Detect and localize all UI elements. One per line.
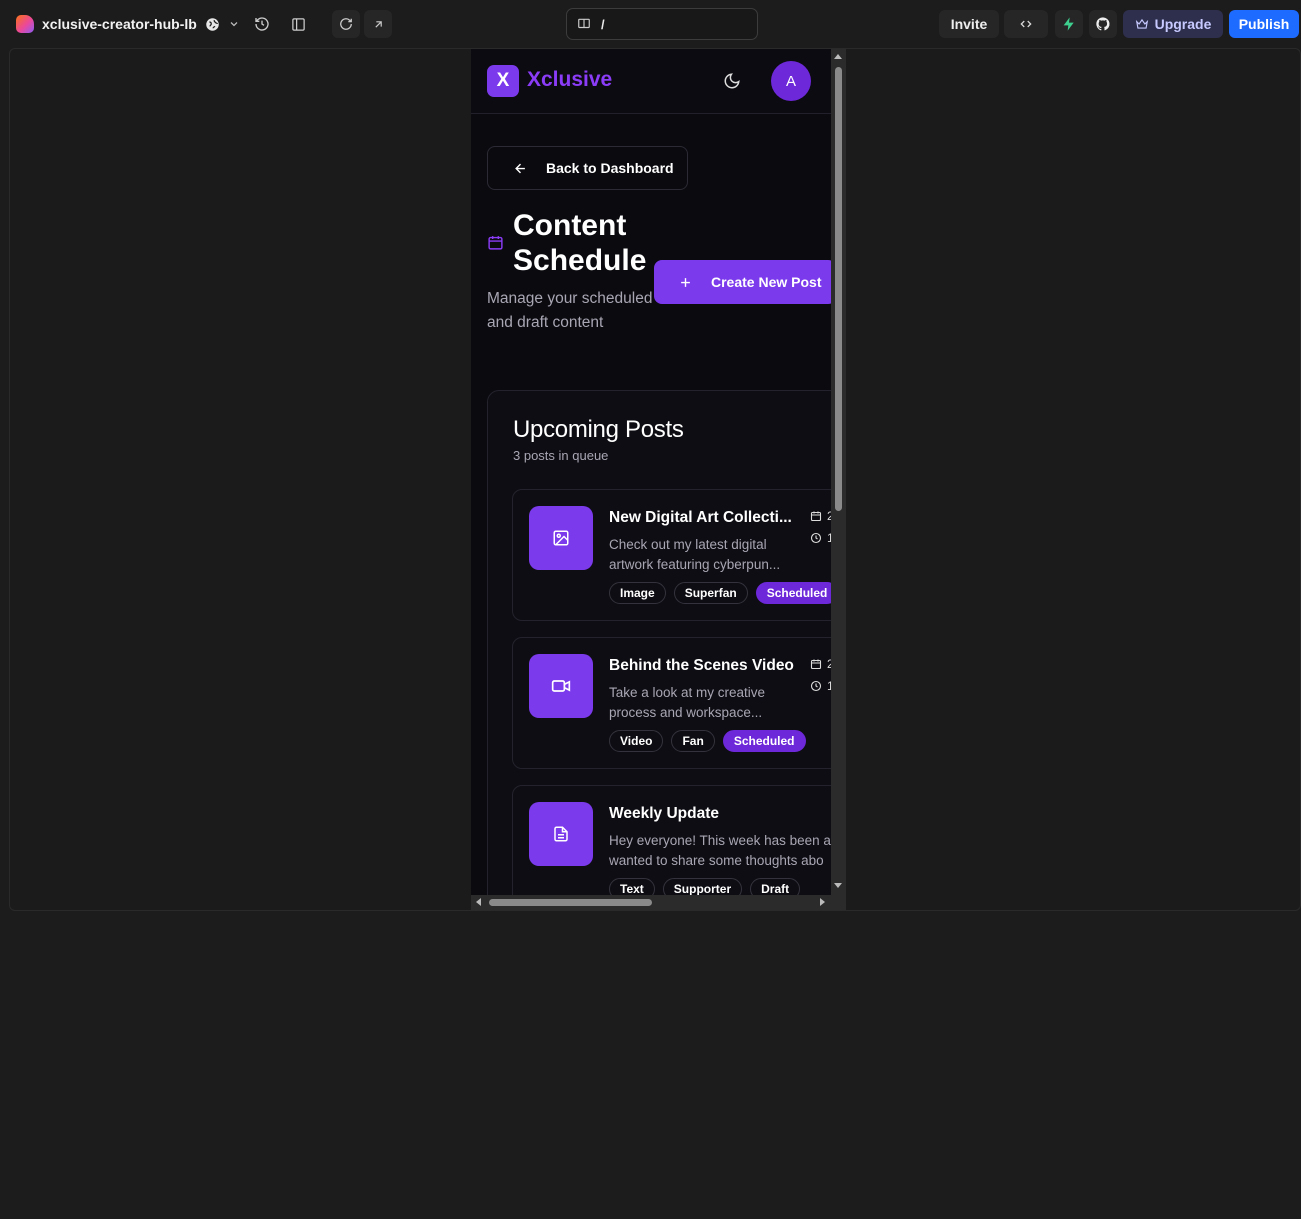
post-tags: Image Superfan Scheduled [609, 582, 831, 604]
create-label: Create New Post [711, 274, 822, 290]
github-button[interactable] [1089, 10, 1117, 38]
video-icon [551, 680, 571, 692]
post-thumbnail [529, 506, 593, 570]
type-tag: Image [609, 582, 666, 604]
supabase-button[interactable] [1055, 10, 1083, 38]
page-subtitle: Manage your scheduled and draft content [487, 290, 653, 331]
back-to-dashboard-button[interactable]: Back to Dashboard [487, 146, 688, 190]
post-item[interactable]: Weekly Update Hey everyone! This week ha… [512, 785, 831, 895]
post-title: New Digital Art Collecti... [609, 509, 792, 526]
type-tag: Video [609, 730, 664, 752]
url-bar[interactable]: / [566, 8, 758, 40]
crown-icon [1135, 18, 1148, 29]
post-thumbnail [529, 654, 593, 718]
horizontal-scroll-thumb[interactable] [489, 899, 652, 906]
horizontal-scrollbar[interactable] [471, 895, 831, 910]
posts-count: 3 posts in queue [513, 448, 609, 463]
lovable-logo [16, 15, 34, 33]
tier-tag: Supporter [662, 878, 743, 895]
editor-toolbar: xclusive-creator-hub-lb / Invite Upgrade… [0, 0, 1301, 48]
scroll-down-arrow[interactable] [834, 883, 842, 888]
type-tag: Text [609, 878, 655, 895]
code-button[interactable] [1004, 10, 1048, 38]
post-tags: Video Fan Scheduled [609, 730, 806, 752]
post-thumbnail [529, 802, 593, 866]
post-item[interactable]: New Digital Art Collecti... Check out my… [512, 489, 831, 621]
url-path: / [601, 16, 605, 32]
device-icon [578, 18, 590, 29]
sidebar-toggle-icon[interactable] [289, 15, 307, 33]
post-description: Hey everyone! This week has been a wante… [609, 831, 831, 871]
image-icon [553, 530, 569, 546]
project-selector[interactable]: xclusive-creator-hub-lb [16, 13, 240, 35]
github-icon [1096, 17, 1110, 31]
tier-tag: Superfan [673, 582, 748, 604]
document-icon [554, 826, 568, 842]
publish-button[interactable]: Publish [1229, 10, 1299, 38]
post-date: 2 [810, 657, 831, 671]
app-header: X Xclusive A [471, 49, 831, 114]
history-icon[interactable] [253, 15, 271, 33]
mobile-preview: X Xclusive A Back to Dashboard Content S… [471, 49, 846, 910]
post-item[interactable]: Behind the Scenes Video Take a look at m… [512, 637, 831, 769]
page-title: Content Schedule [513, 209, 647, 277]
refresh-button[interactable] [332, 10, 360, 38]
calendar-icon [810, 659, 822, 670]
vertical-scroll-thumb[interactable] [835, 67, 842, 511]
calendar-icon [488, 236, 503, 250]
scroll-right-arrow[interactable] [820, 898, 825, 906]
back-label: Back to Dashboard [546, 160, 674, 176]
avatar[interactable]: A [771, 61, 811, 101]
status-badge: Draft [750, 878, 801, 895]
globe-icon [206, 17, 219, 31]
open-external-button[interactable] [364, 10, 392, 38]
post-tags: Text Supporter Draft [609, 878, 801, 895]
card-title: Upcoming Posts [513, 416, 684, 443]
tier-tag: Fan [671, 730, 715, 752]
post-description-line: wanted to share some thoughts abo [609, 853, 824, 868]
app-viewport: X Xclusive A Back to Dashboard Content S… [471, 49, 831, 895]
post-description-line: Hey everyone! This week has been a [609, 833, 831, 848]
plus-icon [681, 277, 690, 287]
post-title: Weekly Update [609, 805, 719, 822]
status-badge: Scheduled [722, 730, 806, 752]
clock-icon [810, 532, 822, 544]
scrollbar-corner [831, 895, 846, 910]
upgrade-button[interactable]: Upgrade [1123, 10, 1223, 38]
brand-logo[interactable]: X [487, 65, 519, 97]
scroll-left-arrow[interactable] [476, 898, 481, 906]
bolt-icon [1063, 17, 1074, 31]
invite-button[interactable]: Invite [939, 10, 999, 38]
clock-icon [810, 680, 822, 692]
code-icon [1020, 20, 1032, 28]
arrow-up-right-icon [374, 20, 382, 28]
calendar-icon [810, 511, 822, 522]
brand-name[interactable]: Xclusive [527, 68, 612, 92]
refresh-icon [340, 18, 352, 30]
post-time: 1 [810, 531, 831, 545]
upgrade-label: Upgrade [1154, 16, 1212, 32]
post-date: 2 [810, 509, 831, 523]
post-time: 1 [810, 679, 831, 693]
vertical-scrollbar[interactable] [831, 49, 846, 895]
arrow-left-icon [515, 163, 525, 173]
chevron-down-icon[interactable] [228, 18, 240, 30]
project-name: xclusive-creator-hub-lb [42, 16, 197, 32]
status-badge: Scheduled [755, 582, 831, 604]
scroll-up-arrow[interactable] [834, 54, 842, 59]
post-description: Check out my latest digital artwork feat… [609, 537, 781, 572]
post-description: Take a look at my creative process and w… [609, 685, 766, 720]
moon-icon[interactable] [723, 72, 741, 90]
post-title: Behind the Scenes Video [609, 657, 794, 674]
create-new-post-button[interactable]: Create New Post [654, 260, 831, 304]
